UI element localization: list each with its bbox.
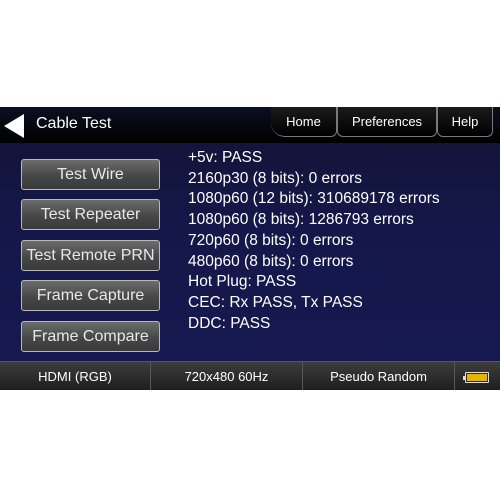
result-line: 1080p60 (8 bits): 1286793 errors: [188, 211, 414, 229]
result-line: 480p60 (8 bits): 0 errors: [188, 252, 354, 270]
status-bar: HDMI (RGB) 720x480 60Hz Pseudo Random: [0, 361, 500, 390]
result-line: +5v: PASS: [188, 149, 263, 166]
top-bar: Cable Test Home Preferences Help: [0, 107, 500, 143]
page-title: Cable Test: [36, 115, 112, 132]
tab-preferences[interactable]: Preferences: [337, 107, 437, 137]
result-line: 720p60 (8 bits): 0 errors: [188, 231, 354, 249]
battery-icon: [463, 372, 489, 383]
frame-compare-button[interactable]: Frame Compare: [21, 321, 160, 352]
tab-home[interactable]: Home: [271, 107, 337, 137]
result-line: Hot Plug: PASS: [188, 273, 297, 291]
test-remote-prn-button[interactable]: Test Remote PRN: [21, 240, 160, 271]
test-repeater-button[interactable]: Test Repeater: [21, 199, 160, 230]
result-line: 2160p30 (8 bits): 0 errors: [188, 169, 363, 187]
interface-status[interactable]: HDMI (RGB): [0, 362, 151, 390]
result-line: 1080p60 (12 bits): 310689178 errors: [188, 190, 440, 208]
results-list: +5v: PASS 2160p30 (8 bits): 0 errors 108…: [188, 148, 440, 334]
result-line: DDC: PASS: [188, 314, 271, 332]
format-status[interactable]: 720x480 60Hz: [151, 362, 303, 390]
device-screen: Cable Test Home Preferences Help Test Wi…: [0, 107, 500, 390]
frame-capture-button[interactable]: Frame Capture: [21, 280, 160, 311]
pattern-status[interactable]: Pseudo Random: [303, 362, 455, 390]
tab-help[interactable]: Help: [437, 107, 493, 137]
back-arrow-icon[interactable]: [4, 114, 26, 138]
content-area: Test Wire Test Repeater Test Remote PRN …: [0, 143, 500, 361]
test-wire-button[interactable]: Test Wire: [21, 159, 160, 190]
result-line: CEC: Rx PASS, Tx PASS: [188, 293, 363, 311]
